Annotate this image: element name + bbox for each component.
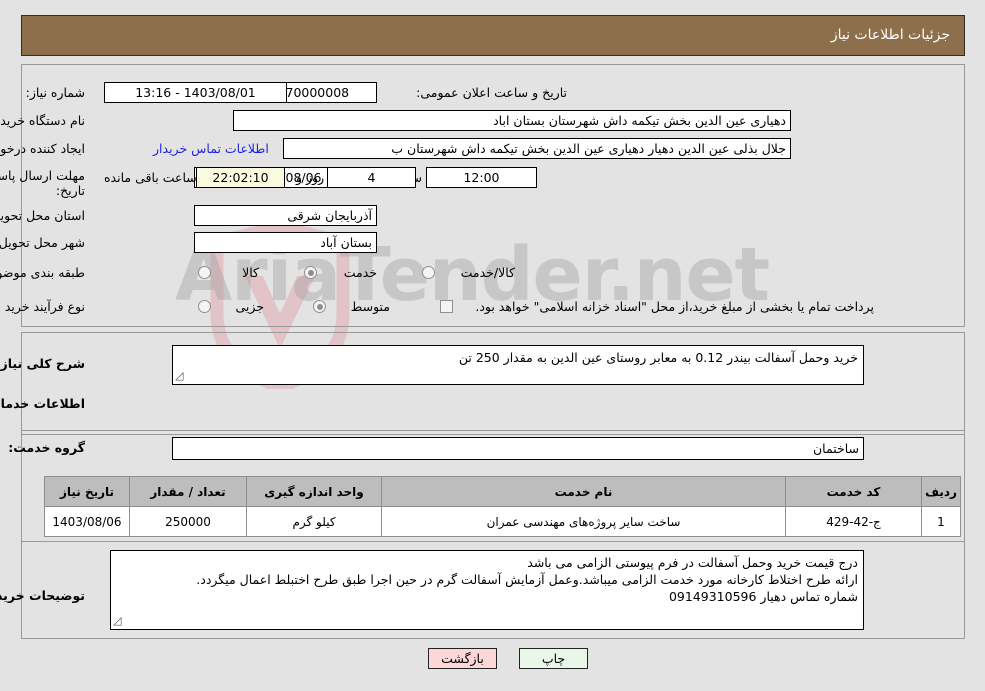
table-header-row: ردیف کد خدمت نام خدمت واحد اندازه گیری ت… <box>44 476 961 507</box>
resize-grip-icon[interactable]: ◺ <box>113 612 121 629</box>
remaining-time-value: 22:02:10 <box>196 167 285 188</box>
col-quantity: تعداد / مقدار <box>129 476 247 507</box>
buyer-notes-line-2: ارائه طرح اختلاط کارخانه مورد خدمت الزام… <box>196 572 858 587</box>
requester-value: جلال بذلی عین الدین دهیار دهیاری عین الد… <box>283 138 791 159</box>
province-label: استان محل تحویل: <box>0 208 85 223</box>
category-radio-kala-khedmat[interactable] <box>422 266 435 279</box>
buyer-org-value: دهیاری عین الدین بخش تیکمه داش شهرستان ب… <box>233 110 791 131</box>
services-heading: اطلاعات خدمات مورد نیاز <box>0 396 85 411</box>
category-label-kala: کالا <box>242 265 259 280</box>
page-title: جزئیات اطلاعات نیاز <box>830 27 950 43</box>
cell-service-code: ج-42-429 <box>785 506 922 537</box>
page-header-bar: جزئیات اطلاعات نیاز <box>21 15 965 56</box>
col-row-no: ردیف <box>921 476 961 507</box>
table-row: 1 ج-42-429 ساخت سایر پروژه‌های مهندسی عم… <box>44 506 961 537</box>
cell-need-date: 1403/08/06 <box>44 506 130 537</box>
process-label: نوع فرآیند خرید : <box>0 299 85 314</box>
buyer-org-label: نام دستگاه خریدار: <box>0 113 85 128</box>
treasury-bonds-checkbox[interactable] <box>440 300 453 313</box>
category-radio-khedmat[interactable] <box>304 266 317 279</box>
buyer-notes-line-3: شماره تماس دهیار 09149310596 <box>668 589 858 604</box>
category-label-khedmat: خدمت <box>343 265 377 280</box>
service-group-value: ساختمان <box>172 437 864 460</box>
back-button[interactable]: بازگشت <box>428 648 497 669</box>
general-desc-label: شرح کلی نیاز: <box>0 356 85 371</box>
buyer-notes-label: توضیحات خریدار: <box>0 588 85 603</box>
buyer-notes-textarea[interactable]: درج قیمت خرید وحمل آسفالت در فرم پیوستی … <box>110 550 864 630</box>
cell-service-name: ساخت سایر پروژه‌های مهندسی عمران <box>381 506 786 537</box>
page-root: AriaTender.net جزئیات اطلاعات نیاز شماره… <box>0 0 985 691</box>
province-value: آذربایجان شرقی <box>194 205 377 226</box>
buyer-contact-link[interactable]: اطلاعات تماس خریدار <box>153 141 269 156</box>
process-radio-motevaset[interactable] <box>313 300 326 313</box>
process-radio-jozii[interactable] <box>198 300 211 313</box>
public-announce-label: تاریخ و ساعت اعلان عمومی: <box>416 85 567 100</box>
general-desc-textarea[interactable]: خرید وحمل آسفالت بیندر 0.12 به معابر روس… <box>172 345 864 385</box>
col-service-name: نام خدمت <box>381 476 786 507</box>
process-label-motevaset: متوسط <box>350 299 390 314</box>
print-button[interactable]: چاپ <box>519 648 588 669</box>
process-label-jozii: جزیی <box>235 299 264 314</box>
resize-grip-icon[interactable]: ◺ <box>175 367 183 384</box>
service-group-label: گروه خدمت: <box>8 440 85 455</box>
city-label: شهر محل تحویل: <box>0 235 85 250</box>
col-service-code: کد خدمت <box>785 476 922 507</box>
need-number-label: شماره نیاز: <box>25 85 85 100</box>
cell-unit: کیلو گرم <box>246 506 382 537</box>
cell-row-no: 1 <box>921 506 961 537</box>
category-label-kala-khedmat: کالا/خدمت <box>460 265 515 280</box>
general-desc-value: خرید وحمل آسفالت بیندر 0.12 به معابر روس… <box>458 350 858 365</box>
deadline-label: مهلت ارسال پاسخ: تا تاریخ: <box>0 168 85 198</box>
col-need-date: تاریخ نیاز <box>44 476 130 507</box>
treasury-bonds-label: پرداخت تمام یا بخشی از مبلغ خرید،از محل … <box>475 299 874 314</box>
services-table: ردیف کد خدمت نام خدمت واحد اندازه گیری ت… <box>44 476 961 537</box>
remaining-days-value: 4 <box>327 167 416 188</box>
category-label: طبقه بندی موضوعی: <box>0 265 85 280</box>
category-radio-kala[interactable] <box>198 266 211 279</box>
cell-quantity: 250000 <box>129 506 247 537</box>
requester-label: ایجاد کننده درخواست: <box>0 141 85 156</box>
col-unit: واحد اندازه گیری <box>246 476 382 507</box>
buyer-notes-line-1: درج قیمت خرید وحمل آسفالت در فرم پیوستی … <box>527 555 858 570</box>
remaining-label: ساعت باقی مانده <box>104 170 197 185</box>
days-label: روز و <box>296 170 325 185</box>
public-announce-value: 1403/08/01 - 13:16 <box>104 82 287 103</box>
city-value: بستان آباد <box>194 232 377 253</box>
deadline-time-value: 12:00 <box>426 167 537 188</box>
top-info-panel <box>21 64 965 327</box>
